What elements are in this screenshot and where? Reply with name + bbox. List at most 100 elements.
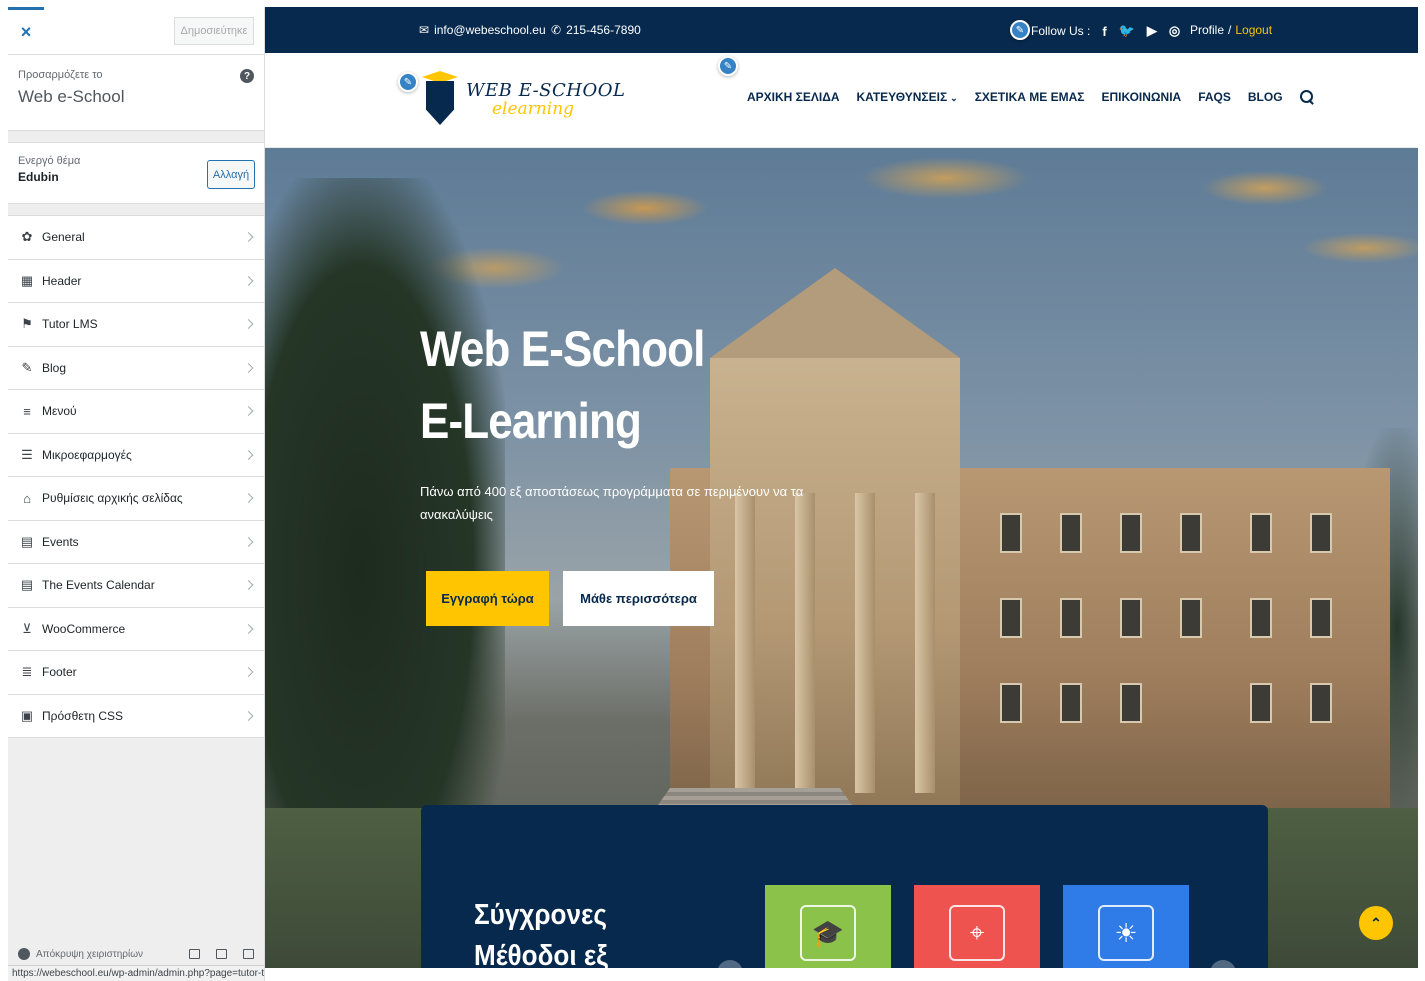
youtube-icon[interactable]: ▶: [1147, 23, 1157, 39]
chevron-right-icon: [243, 710, 254, 721]
graduation-cap-icon: ⚑: [21, 316, 33, 332]
carousel-next-button[interactable]: ›: [1210, 960, 1236, 968]
close-customizer-button[interactable]: ×: [8, 7, 44, 55]
mail-icon: ✉: [419, 23, 430, 37]
chevron-right-icon: [243, 319, 254, 330]
mobile-preview-icon[interactable]: [243, 949, 254, 959]
chevron-right-icon: [243, 275, 254, 286]
browser-window: × Δημοσιεύτηκε Προσαρμόζετε το Web e-Sch…: [0, 0, 1425, 981]
learn-more-button[interactable]: Μάθε περισσότερα: [563, 571, 714, 626]
home-icon: ⌂: [23, 490, 31, 506]
menu-item-tutor-lms[interactable]: ⚑ Tutor LMS: [8, 303, 264, 347]
menu-item-label: WooCommerce: [42, 621, 126, 636]
menu-item-label: The Events Calendar: [42, 578, 155, 593]
customizing-label: Προσαρμόζετε το: [18, 69, 103, 81]
menu-item-woocommerce[interactable]: ⊻ WooCommerce: [8, 607, 264, 651]
nav-contact[interactable]: ΕΠΙΚΟΙΝΩΝΙΑ: [1101, 90, 1181, 104]
twitter-icon[interactable]: 🐦: [1119, 23, 1135, 39]
site-navbar: ✎ WEB E-SCHOOL elearning ✎ ΑΡΧΙΚΗ ΣΕΛΙΔΑ…: [265, 53, 1418, 148]
location-pin-icon: ⌖: [949, 905, 1005, 961]
edit-shortcut-icon[interactable]: ✎: [1010, 20, 1030, 40]
separator: /: [1228, 23, 1232, 37]
calendar-icon: ▤: [20, 577, 34, 593]
chevron-right-icon: [243, 449, 254, 460]
table-icon: ▦: [20, 272, 34, 288]
customizer-menu: ✿ General ▦ Header ⚑ Tutor LMS ✎ Blog ≡: [8, 215, 264, 738]
features-title-line2: Μέθοδοι εξ: [474, 940, 608, 968]
nav-categories-label: ΚΑΤΕΥΘΥΝΣΕΙΣ: [856, 90, 948, 104]
widgets-icon: ☰: [21, 446, 33, 462]
register-now-button[interactable]: Εγγραφή τώρα: [426, 571, 549, 626]
carousel-prev-button[interactable]: ‹: [717, 960, 743, 968]
email-text: info@webeschool.eu: [434, 23, 546, 37]
main-navigation: ΑΡΧΙΚΗ ΣΕΛΙΔΑ ΚΑΤΕΥΘΥΝΣΕΙΣ ⌄ ΣΧΕΤΙΚΑ ΜΕ Ε…: [747, 90, 1314, 104]
help-icon[interactable]: ?: [240, 69, 254, 83]
nav-faqs[interactable]: FAQS: [1198, 90, 1231, 104]
device-switcher: [189, 949, 254, 959]
search-icon[interactable]: [1299, 90, 1314, 104]
menu-item-blog[interactable]: ✎ Blog: [8, 346, 264, 390]
tablet-preview-icon[interactable]: [216, 949, 227, 959]
menu-item-footer[interactable]: ≣ Footer: [8, 651, 264, 695]
facebook-icon[interactable]: f: [1102, 24, 1106, 39]
collapse-icon: [18, 948, 30, 960]
change-theme-button[interactable]: Αλλαγή: [207, 160, 255, 189]
menu-item-events-calendar[interactable]: ▤ The Events Calendar: [8, 564, 264, 608]
hero-title-line2: E-Learning: [420, 393, 642, 449]
account-links: Profile / Logout: [1190, 23, 1272, 37]
chevron-right-icon: [243, 406, 254, 417]
site-preview: ✉ info@webeschool.eu ✆ 215-456-7890 ✎ Fo…: [265, 7, 1418, 968]
menu-item-general[interactable]: ✿ General: [8, 216, 264, 260]
hero-section: Web E-School E-Learning Πάνω από 400 εξ …: [265, 148, 1418, 968]
chevron-right-icon: [243, 667, 254, 678]
calendar-icon: ▤: [20, 533, 34, 549]
feature-card-idea[interactable]: ☀: [1063, 885, 1189, 968]
nav-blog[interactable]: BLOG: [1248, 90, 1283, 104]
hero-background-building: [670, 268, 1390, 808]
menu-item-header[interactable]: ▦ Header: [8, 259, 264, 303]
menu-item-widgets[interactable]: ☰ Μικροεφαρμογές: [8, 433, 264, 477]
topbar-phone[interactable]: ✆ 215-456-7890: [551, 23, 641, 37]
profile-link[interactable]: Profile: [1190, 23, 1224, 37]
menu-item-label: General: [42, 230, 85, 245]
menu-item-label: Header: [42, 273, 82, 288]
menu-item-label: Tutor LMS: [42, 317, 98, 332]
nav-about[interactable]: ΣΧΕΤΙΚΑ ΜΕ ΕΜΑΣ: [975, 90, 1085, 104]
chevron-right-icon: [243, 493, 254, 504]
customizer-footer: Απόκρυψη χειριστηρίων: [8, 943, 264, 965]
menu-item-label: Πρόσθετη CSS: [42, 708, 124, 723]
menu-item-events[interactable]: ▤ Events: [8, 520, 264, 564]
chevron-right-icon: [243, 536, 254, 547]
css-icon: ▣: [20, 707, 34, 723]
features-title: Σύγχρονες Μέθοδοι εξ: [474, 895, 608, 968]
instagram-icon[interactable]: ◎: [1169, 23, 1180, 39]
edit-shortcut-icon[interactable]: ✎: [398, 72, 418, 92]
nav-home[interactable]: ΑΡΧΙΚΗ ΣΕΛΙΔΑ: [747, 90, 840, 104]
edit-icon: ✎: [21, 359, 33, 375]
menu-item-homepage-settings[interactable]: ⌂ Ρυθμίσεις αρχικής σελίδας: [8, 477, 264, 521]
collapse-controls-button[interactable]: Απόκρυψη χειριστηρίων: [18, 948, 143, 960]
gear-icon: ✿: [21, 229, 33, 245]
menu-item-menus[interactable]: ≡ Μενού: [8, 390, 264, 434]
logo-shield-icon: [420, 71, 460, 127]
hero-title: Web E-School E-Learning: [420, 313, 705, 457]
hero-subtitle: Πάνω από 400 εξ αποστάσεως προγράμματα σ…: [420, 484, 804, 522]
menu-item-additional-css[interactable]: ▣ Πρόσθετη CSS: [8, 694, 264, 738]
edit-shortcut-icon[interactable]: ✎: [718, 56, 738, 76]
cart-icon: ⊻: [22, 620, 32, 636]
active-theme-section: Ενεργό θέμα Edubin Αλλαγή: [8, 142, 264, 204]
logout-link[interactable]: Logout: [1235, 23, 1272, 37]
topbar-email[interactable]: ✉ info@webeschool.eu: [419, 23, 546, 37]
feature-card-location[interactable]: ⌖: [914, 885, 1040, 968]
customizer-sidebar: × Δημοσιεύτηκε Προσαρμόζετε το Web e-Sch…: [8, 7, 265, 981]
menu-item-label: Blog: [42, 360, 67, 375]
feature-card-graduation[interactable]: 🎓: [765, 885, 891, 968]
lightbulb-icon: ☀: [1098, 905, 1154, 961]
site-logo[interactable]: WEB E-SCHOOL elearning: [420, 71, 625, 127]
chevron-right-icon: [243, 232, 254, 243]
scroll-to-top-button[interactable]: ⌃: [1359, 906, 1393, 940]
chevron-right-icon: [243, 362, 254, 373]
publish-button[interactable]: Δημοσιεύτηκε: [174, 17, 254, 45]
nav-categories[interactable]: ΚΑΤΕΥΘΥΝΣΕΙΣ ⌄: [857, 90, 958, 104]
desktop-preview-icon[interactable]: [189, 949, 200, 959]
